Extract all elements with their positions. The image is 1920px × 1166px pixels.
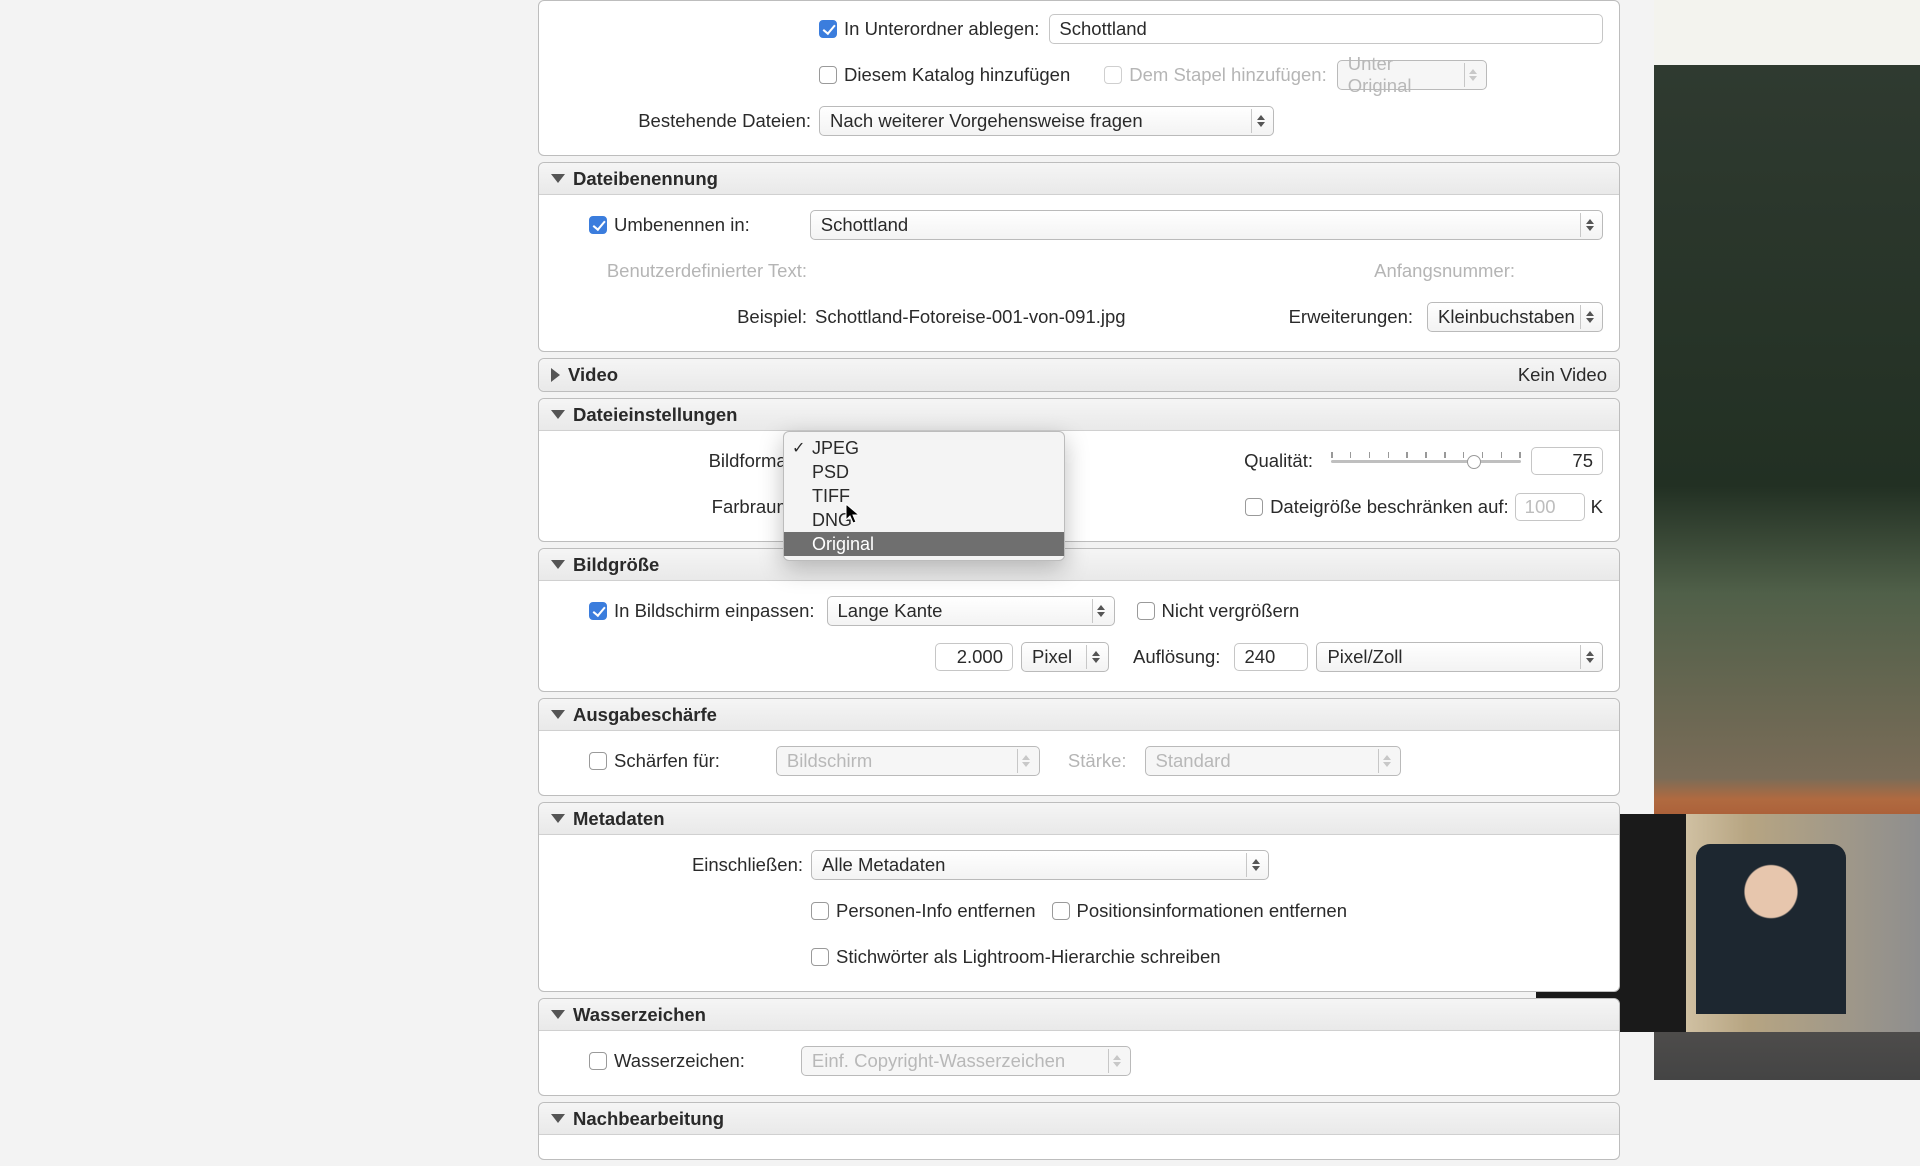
remove-person-label: Personen-Info entfernen: [836, 900, 1036, 922]
size-value-input[interactable]: 2.000: [935, 643, 1013, 671]
image-size-header[interactable]: Bildgröße: [539, 549, 1619, 581]
no-enlarge-checkbox[interactable]: [1137, 602, 1155, 620]
format-option-jpeg[interactable]: ✓JPEG: [784, 436, 1064, 460]
file-naming-header[interactable]: Dateibenennung: [539, 163, 1619, 195]
chevron-down-icon: [551, 1114, 565, 1123]
output-sharpening-header[interactable]: Ausgabeschärfe: [539, 699, 1619, 731]
size-unit-select[interactable]: Pixel: [1021, 642, 1109, 672]
include-label: Einschließen:: [555, 854, 811, 876]
limit-size-label: Dateigröße beschränken auf:: [1270, 496, 1509, 518]
chevron-down-icon: [551, 174, 565, 183]
quality-label: Qualität:: [1244, 450, 1321, 472]
quality-slider[interactable]: [1331, 452, 1521, 470]
watermark-section: Wasserzeichen Wasserzeichen: Einf. Copyr…: [538, 998, 1620, 1096]
rename-checkbox[interactable]: [589, 216, 607, 234]
video-section: Video Kein Video: [538, 358, 1620, 392]
add-stack-checkbox: [1104, 66, 1122, 84]
rename-template-select[interactable]: Schottland: [810, 210, 1603, 240]
post-processing-header[interactable]: Nachbearbeitung: [539, 1103, 1619, 1135]
resolution-label: Auflösung:: [1133, 646, 1228, 668]
include-select[interactable]: Alle Metadaten: [811, 850, 1269, 880]
resize-fit-checkbox[interactable]: [589, 602, 607, 620]
image-size-section: Bildgröße In Bildschirm einpassen: Lange…: [538, 548, 1620, 692]
no-enlarge-label: Nicht vergrößern: [1162, 600, 1300, 622]
stack-position-select: Unter Original: [1337, 60, 1487, 90]
watermark-checkbox[interactable]: [589, 1052, 607, 1070]
chevron-right-icon: [551, 368, 560, 382]
add-stack-label: Dem Stapel hinzufügen:: [1129, 64, 1326, 86]
remove-location-checkbox[interactable]: [1052, 902, 1070, 920]
metadata-header[interactable]: Metadaten: [539, 803, 1619, 835]
resolution-input[interactable]: 240: [1234, 643, 1308, 671]
video-header[interactable]: Video Kein Video: [539, 359, 1619, 391]
export-location-section-body: In Unterordner ablegen: Schottland Diese…: [538, 0, 1620, 156]
subfolder-label: In Unterordner ablegen:: [844, 18, 1039, 40]
existing-files-select[interactable]: Nach weiterer Vorgehensweise fragen: [819, 106, 1274, 136]
limit-size-unit: K: [1591, 496, 1603, 518]
sharpen-for-label: Schärfen für:: [614, 750, 720, 772]
start-number-label: Anfangsnummer:: [1374, 260, 1523, 282]
existing-files-label: Bestehende Dateien:: [555, 110, 819, 132]
file-settings-header[interactable]: Dateieinstellungen: [539, 399, 1619, 431]
subfolder-checkbox[interactable]: [819, 20, 837, 38]
rename-label: Umbenennen in:: [614, 214, 750, 236]
sharpen-amount-label: Stärke:: [1068, 750, 1135, 772]
resolution-unit-select[interactable]: Pixel/Zoll: [1316, 642, 1603, 672]
example-value: Schottland-Fotoreise-001-von-091.jpg: [815, 306, 1126, 328]
output-sharpening-section: Ausgabeschärfe Schärfen für: Bildschirm …: [538, 698, 1620, 796]
chevron-down-icon: [551, 710, 565, 719]
colorspace-label: Farbraum:: [555, 496, 805, 518]
sharpen-amount-select: Standard: [1145, 746, 1401, 776]
quality-input[interactable]: 75: [1531, 447, 1603, 475]
post-processing-section: Nachbearbeitung: [538, 1102, 1620, 1160]
limit-size-checkbox[interactable]: [1245, 498, 1263, 516]
extensions-label: Erweiterungen:: [1289, 306, 1421, 328]
fit-type-select[interactable]: Lange Kante: [827, 596, 1115, 626]
remove-person-checkbox[interactable]: [811, 902, 829, 920]
image-format-label: Bildformat:: [555, 450, 805, 472]
keywords-hierarchy-checkbox[interactable]: [811, 948, 829, 966]
watermark-select: Einf. Copyright-Wasserzeichen: [801, 1046, 1131, 1076]
add-catalog-checkbox[interactable]: [819, 66, 837, 84]
chevron-down-icon: [551, 1010, 565, 1019]
video-status: Kein Video: [1518, 364, 1607, 386]
limit-size-input[interactable]: 100: [1515, 493, 1585, 521]
chevron-down-icon: [551, 560, 565, 569]
add-catalog-label: Diesem Katalog hinzufügen: [844, 64, 1070, 86]
format-option-dng[interactable]: DNG: [784, 508, 1064, 532]
format-option-psd[interactable]: PSD: [784, 460, 1064, 484]
example-label: Beispiel:: [555, 306, 815, 328]
remove-location-label: Positionsinformationen entfernen: [1077, 900, 1347, 922]
extensions-select[interactable]: Kleinbuchstaben: [1427, 302, 1603, 332]
format-option-original[interactable]: Original: [784, 532, 1064, 556]
watermark-label: Wasserzeichen:: [614, 1050, 745, 1072]
image-format-dropdown[interactable]: ✓JPEG PSD TIFF DNG Original: [783, 431, 1065, 561]
file-settings-section: Dateieinstellungen Bildformat: Qualität:…: [538, 398, 1620, 542]
metadata-section: Metadaten Einschließen: Alle Metadaten P…: [538, 802, 1620, 992]
resize-fit-label: In Bildschirm einpassen:: [614, 600, 815, 622]
subfolder-input[interactable]: Schottland: [1049, 14, 1603, 44]
keywords-hierarchy-label: Stichwörter als Lightroom-Hierarchie sch…: [836, 946, 1221, 968]
watermark-header[interactable]: Wasserzeichen: [539, 999, 1619, 1031]
sharpen-for-checkbox[interactable]: [589, 752, 607, 770]
custom-text-label: Benutzerdefinierter Text:: [555, 260, 815, 282]
file-naming-section: Dateibenennung Umbenennen in: Schottland…: [538, 162, 1620, 352]
chevron-down-icon: [551, 814, 565, 823]
sharpen-for-select: Bildschirm: [776, 746, 1040, 776]
format-option-tiff[interactable]: TIFF: [784, 484, 1064, 508]
chevron-down-icon: [551, 410, 565, 419]
